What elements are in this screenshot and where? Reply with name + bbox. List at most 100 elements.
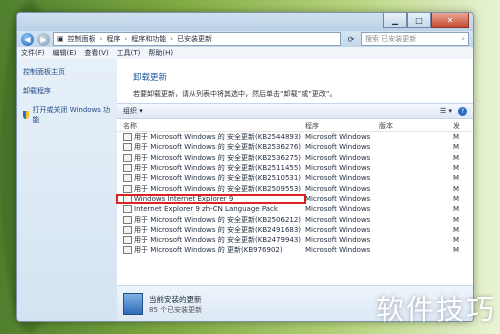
refresh-icon[interactable]: ⟳ xyxy=(344,35,358,44)
update-icon xyxy=(123,205,132,214)
view-options-icon[interactable]: ☰ ▾ xyxy=(440,107,452,115)
update-icon xyxy=(123,194,132,203)
address-bar[interactable]: ▣ 控制面板 › 程序 › 程序和功能 › 已安装更新 xyxy=(53,32,341,46)
row-program: Microsoft Windows xyxy=(305,184,371,193)
help-icon[interactable]: ? xyxy=(458,106,467,116)
search-icon: ⌕ xyxy=(461,34,465,43)
back-button[interactable]: ◀ xyxy=(21,32,34,46)
menu-edit[interactable]: 编辑(E) xyxy=(53,48,77,58)
row-name: 用于 Microsoft Windows 的 更新(KB976902) xyxy=(117,245,305,255)
row-name: Internet Explorer 9 zh-CN Language Pack xyxy=(117,205,305,214)
control-panel-home-link[interactable]: 控制面板主页 xyxy=(23,67,111,77)
row-program: Microsoft Windows xyxy=(305,215,371,224)
table-row[interactable]: 用于 Microsoft Windows 的 安全更新(KB2510531) Mi… xyxy=(117,173,473,183)
menu-view[interactable]: 查看(V) xyxy=(84,48,108,58)
link-label: 打开或关闭 Windows 功能 xyxy=(32,106,111,124)
row-name: 用于 Microsoft Windows 的 安全更新(KB2479943) xyxy=(117,235,305,245)
row-publisher: M xyxy=(453,153,460,162)
link-label: 控制面板主页 xyxy=(23,68,65,76)
menu-file[interactable]: 文件(F) xyxy=(21,48,45,58)
menu-help[interactable]: 帮助(H) xyxy=(148,48,173,58)
row-program: Microsoft Windows xyxy=(305,194,371,203)
table-row[interactable]: 用于 Microsoft Windows 的 安全更新(KB2536275) Mi… xyxy=(117,153,473,163)
table-row[interactable]: 用于 Microsoft Windows 的 安全更新(KB2544893) Mi… xyxy=(117,132,473,142)
row-name: 用于 Microsoft Windows 的 安全更新(KB2510531) xyxy=(117,173,305,183)
row-publisher: M xyxy=(453,133,460,142)
breadcrumb-item[interactable]: 已安装更新 xyxy=(177,34,212,44)
table-row[interactable]: Internet Explorer 9 zh-CN Language Pack M… xyxy=(117,204,473,214)
row-publisher: M xyxy=(453,225,460,234)
row-name: 用于 Microsoft Windows 的 安全更新(KB2536275) xyxy=(117,153,305,163)
column-header-row: 名称 程序 版本 发 xyxy=(117,121,473,132)
update-list: 用于 Microsoft Windows 的 安全更新(KB2544893) Mi… xyxy=(116,132,473,256)
row-name: Windows Internet Explorer 9 xyxy=(116,193,306,204)
row-publisher: M xyxy=(453,164,460,173)
forward-button[interactable]: ▶ xyxy=(37,32,50,46)
control-panel-window: ▁ □ ✕ ◀ ▶ ▣ 控制面板 › 程序 › 程序和功能 › 已安装更新 ⟳ 搜索 … xyxy=(16,12,474,322)
row-publisher: M xyxy=(453,205,460,214)
update-icon xyxy=(123,174,132,183)
breadcrumb-item[interactable]: 程序和功能 xyxy=(131,34,166,44)
row-name-text: Windows Internet Explorer 9 xyxy=(134,194,234,203)
row-name: 用于 Microsoft Windows 的 安全更新(KB2509553) xyxy=(117,184,305,194)
left-navigation-pane: 控制面板主页 卸载程序 打开或关闭 Windows 功能 xyxy=(17,59,117,321)
organize-button[interactable]: 组织 ▾ xyxy=(123,106,143,116)
row-publisher: M xyxy=(453,246,460,255)
column-publisher[interactable]: 发 xyxy=(453,121,473,131)
row-publisher: M xyxy=(453,236,460,245)
row-name-text: 用于 Microsoft Windows 的 安全更新(KB2491683) xyxy=(134,225,302,234)
uninstall-program-link[interactable]: 卸载程序 xyxy=(23,86,111,96)
row-program: Microsoft Windows xyxy=(305,205,371,214)
row-program: Microsoft Windows xyxy=(305,153,371,162)
details-title: 当前安装的更新 xyxy=(149,294,202,304)
table-row[interactable]: 用于 Microsoft Windows 的 安全更新(KB2536276) Mi… xyxy=(117,142,473,152)
table-row[interactable]: 用于 Microsoft Windows 的 安全更新(KB2491683) Mi… xyxy=(117,225,473,235)
menu-tools[interactable]: 工具(T) xyxy=(117,48,141,58)
updates-pane: 卸载更新 若要卸载更新，请从列表中将其选中，然后单击“卸载”或“更改”。 组织 … xyxy=(116,59,473,321)
column-name[interactable]: 名称 xyxy=(117,121,305,131)
row-name: 用于 Microsoft Windows 的 安全更新(KB2491683) xyxy=(117,225,305,235)
breadcrumb-root-icon: ▣ xyxy=(57,35,64,43)
table-row[interactable]: 用于 Microsoft Windows 的 更新(KB976902) Micro… xyxy=(117,245,473,255)
close-button[interactable]: ✕ xyxy=(431,13,469,28)
row-name-text: 用于 Microsoft Windows 的 安全更新(KB2479943) xyxy=(134,236,302,245)
page-description: 若要卸载更新，请从列表中将其选中，然后单击“卸载”或“更改”。 xyxy=(133,90,337,98)
row-name: 用于 Microsoft Windows 的 安全更新(KB2536276) xyxy=(117,142,305,152)
table-row[interactable]: 用于 Microsoft Windows 的 安全更新(KB2511455) Mi… xyxy=(117,163,473,173)
row-name-text: 用于 Microsoft Windows 的 安全更新(KB2510531) xyxy=(134,174,302,183)
row-publisher: M xyxy=(453,184,460,193)
row-name-text: 用于 Microsoft Windows 的 更新(KB976902) xyxy=(134,246,283,255)
search-input[interactable]: 搜索 已安装更新 ⌕ xyxy=(361,32,469,46)
table-row[interactable]: Windows Internet Explorer 9 Microsoft Win… xyxy=(116,193,473,204)
row-name-text: 用于 Microsoft Windows 的 安全更新(KB2511455) xyxy=(134,164,302,173)
search-placeholder: 搜索 已安装更新 xyxy=(365,35,417,43)
column-program[interactable]: 程序 xyxy=(305,121,379,131)
table-row[interactable]: 用于 Microsoft Windows 的 安全更新(KB2479943) Mi… xyxy=(117,235,473,245)
update-icon xyxy=(123,153,132,162)
row-publisher: M xyxy=(453,143,460,152)
minimize-button[interactable]: ▁ xyxy=(383,13,407,28)
row-name-text: 用于 Microsoft Windows 的 安全更新(KB2536276) xyxy=(134,143,302,152)
row-publisher: M xyxy=(453,215,460,224)
update-icon xyxy=(123,184,132,193)
breadcrumb-item[interactable]: 程序 xyxy=(106,34,120,44)
column-version[interactable]: 版本 xyxy=(379,121,453,131)
update-icon xyxy=(123,215,132,224)
update-icon xyxy=(123,225,132,234)
command-toolbar: 组织 ▾ ☰ ▾ ? xyxy=(117,103,473,119)
table-row[interactable]: 用于 Microsoft Windows 的 安全更新(KB2506212) Mi… xyxy=(117,214,473,224)
row-program: Microsoft Windows xyxy=(305,246,371,255)
breadcrumb-item[interactable]: 控制面板 xyxy=(68,34,96,44)
table-row[interactable]: 用于 Microsoft Windows 的 安全更新(KB2509553) Mi… xyxy=(117,183,473,193)
row-program: Microsoft Windows xyxy=(305,133,371,142)
title-bar: ▁ □ ✕ xyxy=(17,13,473,31)
update-icon xyxy=(123,236,132,245)
row-name-text: 用于 Microsoft Windows 的 安全更新(KB2544893) xyxy=(134,133,302,142)
maximize-button[interactable]: □ xyxy=(407,13,431,28)
row-name-text: 用于 Microsoft Windows 的 安全更新(KB2506212) xyxy=(134,215,302,224)
update-icon xyxy=(123,164,132,173)
row-publisher: M xyxy=(453,194,460,203)
row-program: Microsoft Windows xyxy=(305,143,371,152)
windows-features-link[interactable]: 打开或关闭 Windows 功能 xyxy=(23,105,111,125)
row-program: Microsoft Windows xyxy=(305,236,371,245)
